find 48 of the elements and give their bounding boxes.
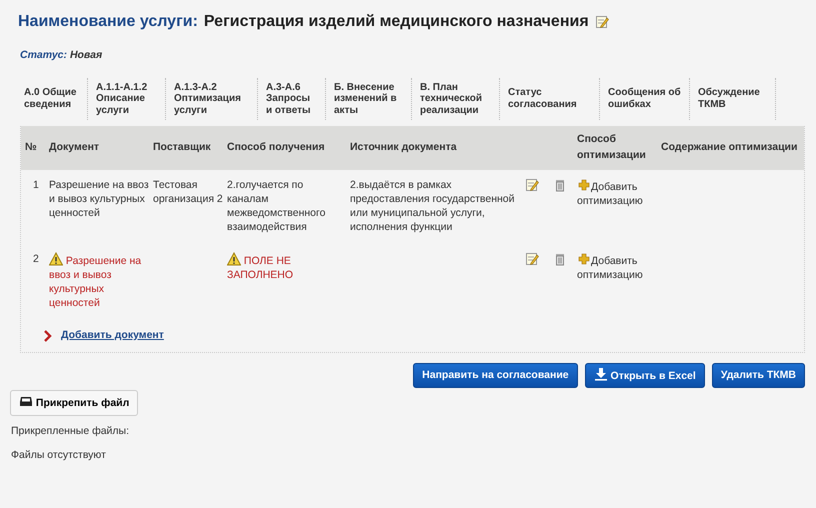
tab[interactable]: Статус согласования — [500, 78, 600, 120]
download-icon — [594, 366, 608, 380]
service-name: Регистрация изделий медицинского назначения — [204, 12, 589, 32]
action-button[interactable]: Открыть в Excel — [584, 362, 705, 388]
warning-icon — [49, 252, 63, 266]
tab[interactable]: В. План технической реализации — [412, 78, 500, 120]
plus-icon — [577, 178, 591, 192]
column-header: Документ — [48, 140, 100, 155]
trash-icon[interactable] — [553, 178, 567, 192]
add-optimization-link[interactable]: Добавить оптимизацию — [577, 252, 657, 282]
column-header: Содержание оптимизации — [660, 140, 798, 155]
table-cell: 2.голучается по каналам межведомственного взаимодействия — [227, 178, 326, 233]
inbox-icon — [19, 394, 33, 408]
edit-icon[interactable] — [525, 178, 539, 192]
column-header: Способ оптимизации — [576, 132, 647, 163]
column-header: Поставщик — [152, 140, 212, 155]
table-cell: ПОЛЕ НЕ ЗАПОЛНЕНО — [227, 254, 294, 281]
table-cell: Разрешение на ввоз и вывоз культурных ценностей — [49, 178, 149, 219]
column-header: Способ получения — [226, 140, 326, 155]
table-cell: Тестовая организация 2 — [153, 178, 223, 205]
tab[interactable]: А.1.3-А.2 Оптимизация услуги — [166, 78, 258, 120]
tab[interactable]: Сообщения об ошибках — [600, 78, 690, 120]
action-button[interactable]: Удалить ТКМВ — [712, 362, 805, 388]
attached-files-label: Прикрепленные файлы: — [11, 424, 130, 439]
action-button[interactable]: Направить на согласование — [413, 362, 578, 388]
status-label: Статус: — [20, 49, 68, 61]
add-document-link[interactable]: Добавить документ — [61, 328, 164, 344]
attach-file-button[interactable]: Прикрепить файл — [10, 390, 138, 416]
column-header: Источник документа — [349, 140, 458, 155]
edit-icon[interactable] — [525, 252, 539, 266]
row-number: 2 — [33, 252, 39, 265]
tab[interactable]: А.3-А.6 Запросы и ответы — [258, 78, 326, 120]
tab[interactable]: Б. Внесение изменений в акты — [326, 78, 412, 120]
row-number: 1 — [33, 178, 39, 191]
add-optimization-link[interactable]: Добавить оптимизацию — [577, 178, 657, 208]
table-cell: 2.выдаётся в рамках предоставления государственной или муниципальной услуги, исполнения функции — [350, 178, 515, 233]
tab[interactable]: А.1.1-А.1.2 Описание услуги — [88, 78, 166, 120]
warning-icon — [227, 252, 241, 266]
edit-icon[interactable] — [594, 15, 609, 29]
table-cell: Разрешение на ввоз и вывоз культурных ценностей — [49, 254, 142, 309]
plus-icon — [577, 252, 591, 266]
status-value: Новая — [70, 49, 102, 61]
no-files-text: Файлы отсутствуют — [11, 448, 107, 463]
tab[interactable]: А.0 Общие сведения — [16, 78, 88, 120]
tab[interactable]: Обсуждение ТКМВ — [690, 78, 776, 120]
service-name-label: Наименование услуги: — [18, 12, 198, 32]
trash-icon[interactable] — [553, 252, 567, 266]
column-header: № — [24, 140, 38, 155]
